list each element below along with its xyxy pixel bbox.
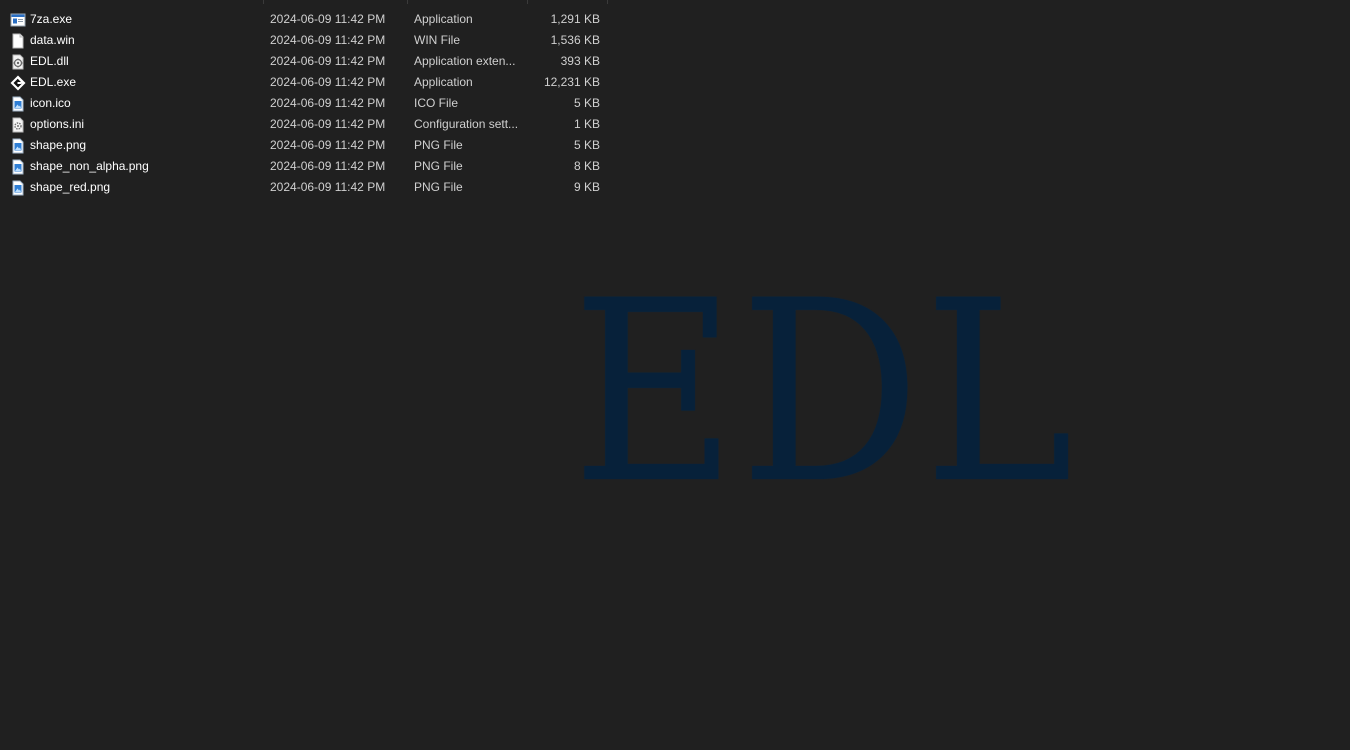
image-file-icon bbox=[10, 96, 26, 112]
file-row[interactable]: shape_non_alpha.png 2024-06-09 11:42 PM … bbox=[0, 156, 610, 177]
file-name: EDL.exe bbox=[30, 75, 77, 89]
file-size: 12,231 KB bbox=[543, 75, 600, 89]
column-separator-size[interactable] bbox=[527, 0, 528, 4]
file-name: shape_non_alpha.png bbox=[30, 159, 149, 173]
file-name: data.win bbox=[30, 33, 75, 47]
file-size: 1,291 KB bbox=[550, 12, 600, 26]
file-row[interactable]: options.ini 2024-06-09 11:42 PM Configur… bbox=[0, 114, 610, 135]
file-date-modified: 2024-06-09 11:42 PM bbox=[270, 75, 386, 89]
file-date-modified: 2024-06-09 11:42 PM bbox=[270, 117, 386, 131]
file-date-modified: 2024-06-09 11:42 PM bbox=[270, 12, 386, 26]
file-name: icon.ico bbox=[30, 96, 71, 110]
file-type: WIN File bbox=[414, 33, 460, 47]
file-row[interactable]: EDL.exe 2024-06-09 11:42 PM Application … bbox=[0, 72, 610, 93]
file-type: Application exten... bbox=[414, 54, 516, 68]
file-row[interactable]: icon.ico 2024-06-09 11:42 PM ICO File 5 … bbox=[0, 93, 610, 114]
file-name: options.ini bbox=[30, 117, 85, 131]
file-type: Application bbox=[414, 12, 473, 26]
dll-gear-icon bbox=[10, 54, 26, 70]
file-type: Application bbox=[414, 75, 473, 89]
app-window-icon bbox=[10, 12, 26, 28]
file-size: 393 KB bbox=[560, 54, 600, 68]
file-date-modified: 2024-06-09 11:42 PM bbox=[270, 54, 386, 68]
file-date-modified: 2024-06-09 11:42 PM bbox=[270, 33, 386, 47]
file-name: shape.png bbox=[30, 138, 87, 152]
blank-file-icon bbox=[10, 33, 26, 49]
config-file-icon bbox=[10, 117, 26, 133]
file-list: 7za.exe 2024-06-09 11:42 PM Application … bbox=[0, 9, 610, 198]
file-size: 8 KB bbox=[573, 159, 600, 173]
file-type: PNG File bbox=[414, 180, 463, 194]
file-row[interactable]: data.win 2024-06-09 11:42 PM WIN File 1,… bbox=[0, 30, 610, 51]
file-row[interactable]: EDL.dll 2024-06-09 11:42 PM Application … bbox=[0, 51, 610, 72]
file-row[interactable]: shape_red.png 2024-06-09 11:42 PM PNG Fi… bbox=[0, 177, 610, 198]
image-file-icon bbox=[10, 138, 26, 154]
file-date-modified: 2024-06-09 11:42 PM bbox=[270, 96, 386, 110]
file-type: Configuration sett... bbox=[414, 117, 519, 131]
file-size: 9 KB bbox=[573, 180, 600, 194]
file-name: EDL.dll bbox=[30, 54, 69, 68]
file-size: 1 KB bbox=[573, 117, 600, 131]
file-type: PNG File bbox=[414, 138, 463, 152]
file-type: PNG File bbox=[414, 159, 463, 173]
file-type: ICO File bbox=[414, 96, 459, 110]
column-separator-type[interactable] bbox=[407, 0, 408, 4]
file-size: 1,536 KB bbox=[550, 33, 600, 47]
file-size: 5 KB bbox=[573, 138, 600, 152]
file-size: 5 KB bbox=[573, 96, 600, 110]
file-row[interactable]: 7za.exe 2024-06-09 11:42 PM Application … bbox=[0, 9, 610, 30]
file-row[interactable]: shape.png 2024-06-09 11:42 PM PNG File 5… bbox=[0, 135, 610, 156]
image-file-icon bbox=[10, 159, 26, 175]
file-date-modified: 2024-06-09 11:42 PM bbox=[270, 180, 386, 194]
image-file-icon bbox=[10, 180, 26, 196]
column-separator-end[interactable] bbox=[607, 0, 608, 4]
file-name: 7za.exe bbox=[30, 12, 73, 26]
gamemaker-icon bbox=[10, 75, 26, 91]
column-separator-date[interactable] bbox=[263, 0, 264, 4]
file-date-modified: 2024-06-09 11:42 PM bbox=[270, 138, 386, 152]
file-explorer-window: 7za.exe 2024-06-09 11:42 PM Application … bbox=[0, 0, 1350, 750]
edl-watermark: EDL bbox=[572, 247, 1077, 538]
file-date-modified: 2024-06-09 11:42 PM bbox=[270, 159, 386, 173]
file-name: shape_red.png bbox=[30, 180, 111, 194]
